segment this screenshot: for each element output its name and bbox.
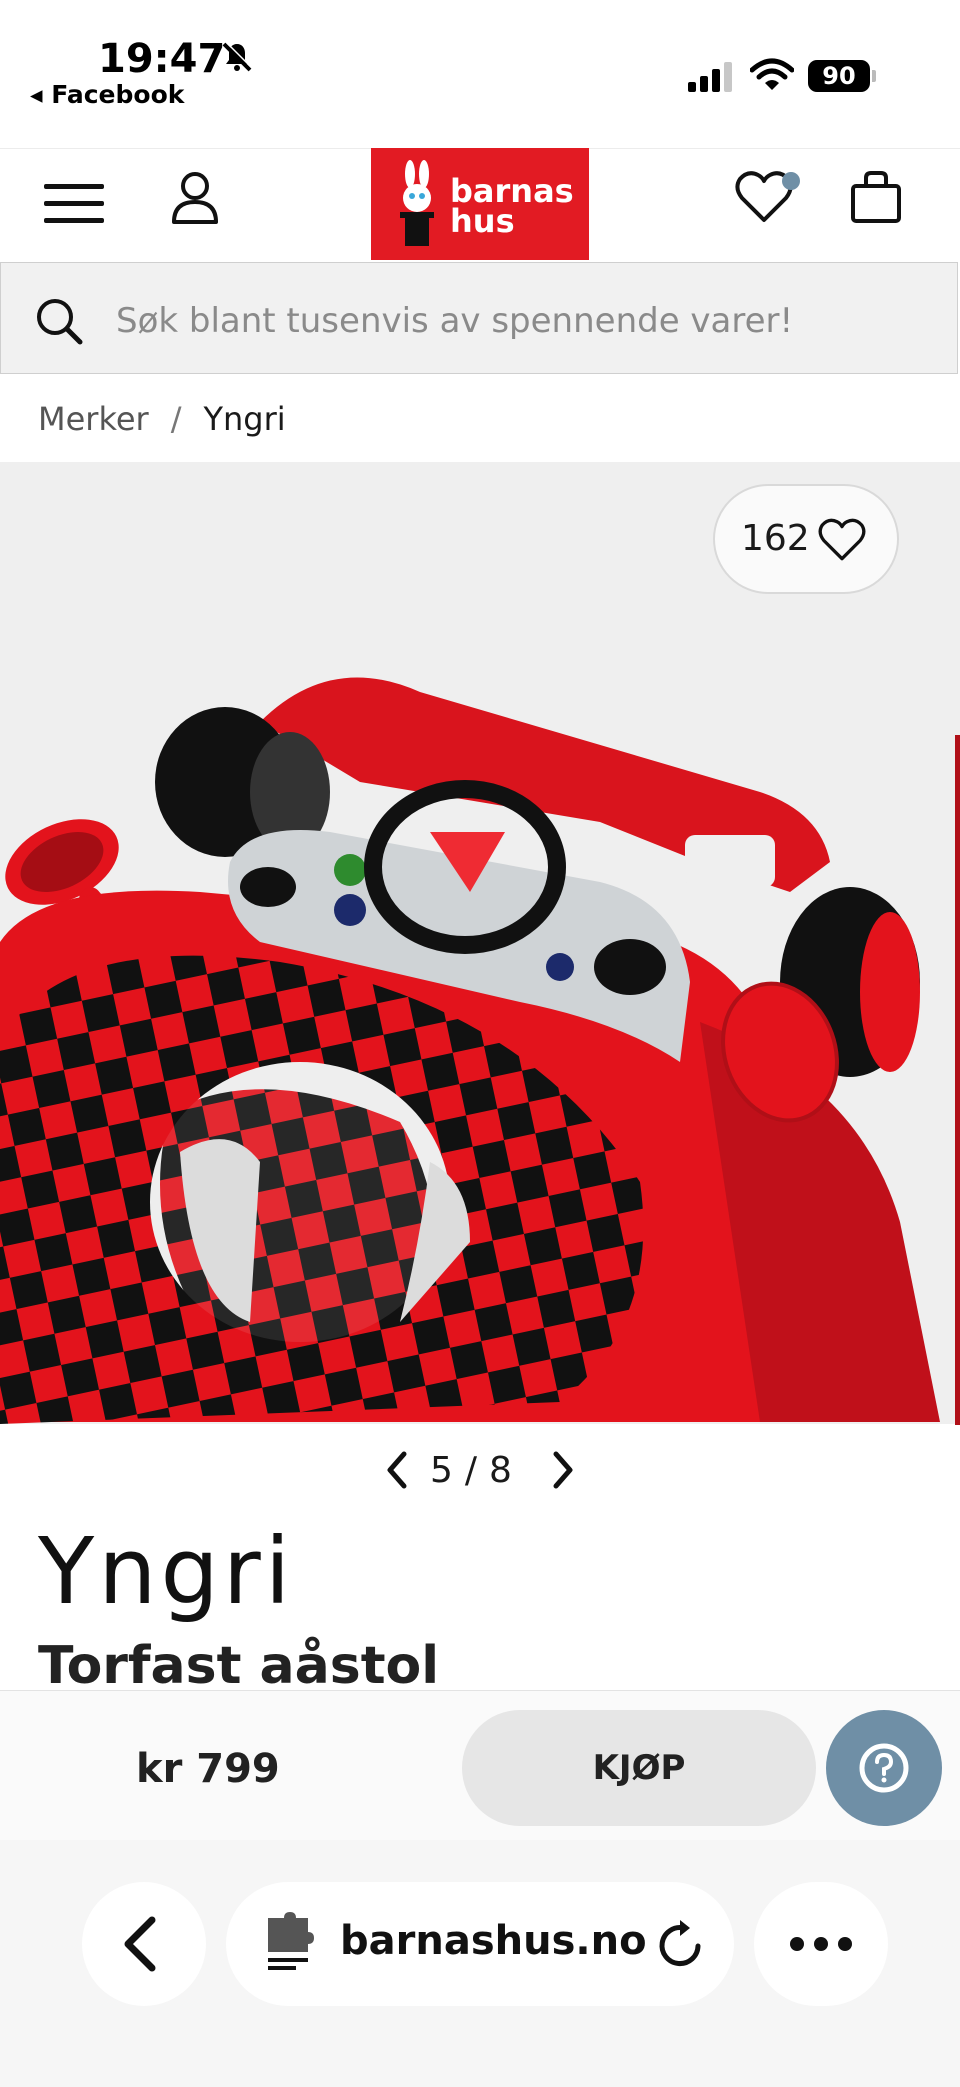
like-count: 162 — [741, 518, 810, 559]
baby-walker-product-image — [0, 677, 940, 1424]
breadcrumb-separator: / — [170, 400, 182, 438]
url-text: barnashus.no — [340, 1918, 647, 1964]
page-extension-icon — [268, 1912, 314, 1970]
more-dots-icon — [790, 1937, 852, 1951]
question-icon — [859, 1743, 909, 1793]
status-time: 19:47 — [98, 36, 226, 82]
pager-total: 8 — [489, 1450, 512, 1491]
pager-separator: / — [464, 1450, 478, 1491]
search-icon[interactable] — [34, 296, 84, 350]
help-button[interactable] — [826, 1710, 942, 1826]
reload-icon[interactable] — [654, 1916, 710, 1972]
search-input[interactable] — [116, 298, 916, 344]
rabbit-hat-logo-icon — [392, 160, 442, 254]
back-to-app-link[interactable]: ◂ Facebook — [30, 80, 184, 109]
breadcrumb-link-brands[interactable]: Merker — [38, 400, 149, 438]
logo-text-line2: hus — [450, 202, 515, 240]
buy-button[interactable]: KJØP — [462, 1710, 816, 1826]
battery-nub — [872, 70, 876, 82]
wifi-icon — [749, 58, 795, 96]
breadcrumb: Merker / Yngri — [38, 400, 286, 438]
product-title: Torfast aåstol — [38, 1636, 440, 1696]
heart-icon — [816, 516, 868, 566]
breadcrumb-current: Yngri — [203, 400, 286, 438]
next-image-peek — [955, 735, 960, 1425]
battery-indicator: 90 — [808, 60, 870, 92]
image-pager: 5 / 8 — [430, 1450, 512, 1491]
back-arrow-icon — [124, 1916, 156, 1972]
bell-muted-icon — [220, 40, 254, 78]
chevron-left-icon[interactable] — [382, 1450, 412, 1494]
brand-logo[interactable]: Yngri — [38, 1518, 294, 1625]
account-icon[interactable] — [170, 170, 220, 230]
wishlist-badge-dot — [782, 172, 800, 190]
menu-icon[interactable] — [44, 182, 104, 226]
cellular-signal-icon — [688, 62, 736, 96]
logo-text: barnas hus — [450, 175, 574, 240]
product-image-gallery[interactable] — [0, 462, 960, 1424]
browser-back-button[interactable] — [82, 1882, 206, 2006]
shopping-bag-icon[interactable] — [850, 170, 902, 228]
product-price: kr 799 — [136, 1746, 280, 1792]
chevron-right-icon[interactable] — [548, 1450, 578, 1494]
pager-current: 5 — [430, 1450, 453, 1491]
browser-more-button[interactable] — [754, 1882, 888, 2006]
